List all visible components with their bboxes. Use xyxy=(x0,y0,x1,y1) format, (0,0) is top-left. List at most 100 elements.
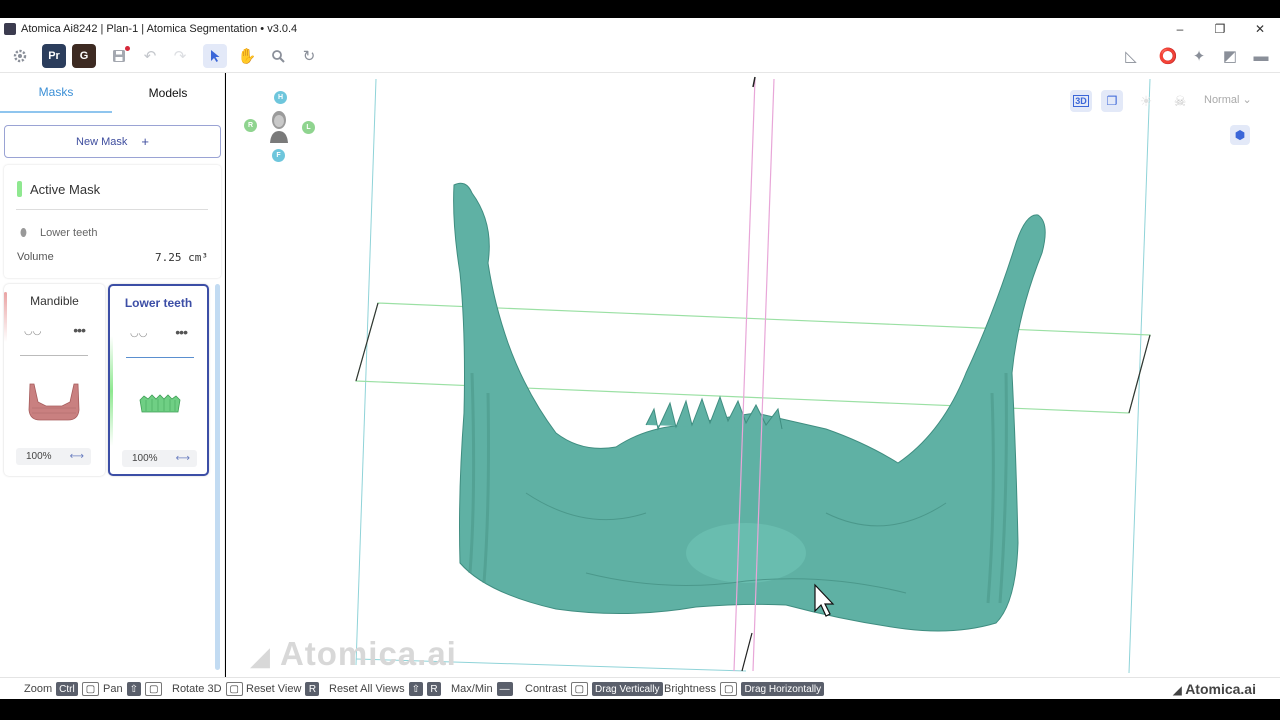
lasso-icon[interactable]: ⭕ xyxy=(1156,44,1180,68)
orientation-left-label[interactable]: L xyxy=(302,121,315,134)
3d-viewport[interactable]: H R L F 3D ❐ ☀ ☠ Normal ⌄ ⬢ ◢ Atomica.ai xyxy=(226,73,1280,677)
screenshot-icon[interactable]: ❐ xyxy=(1101,90,1123,112)
light-icon[interactable]: ☀ xyxy=(1136,91,1156,111)
mask-name: Lower teeth xyxy=(124,296,193,310)
shift-key-icon: ⇧ xyxy=(126,682,141,696)
pointer-icon[interactable] xyxy=(203,44,227,68)
screen-top-band xyxy=(0,0,1280,18)
plane-edge xyxy=(1128,334,1151,414)
brush-icon[interactable]: ▬ xyxy=(1249,44,1273,68)
mask-card-lower-teeth[interactable]: Lower teeth ◡◡ ••• 100% ⟷ xyxy=(108,284,209,476)
divider xyxy=(126,357,194,358)
render-mode-dropdown[interactable]: Normal ⌄ xyxy=(1204,93,1252,106)
shortcut-max-min: Max/Min — xyxy=(451,682,513,696)
mouse-icon: ▢ xyxy=(144,682,163,696)
mandible-thumbnail xyxy=(28,383,80,421)
mouse-icon: ▢ xyxy=(81,682,100,696)
fit-width-icon[interactable]: ⟷ xyxy=(70,451,84,462)
mask-card-mandible[interactable]: Mandible ◡◡ ••• 100% ⟷ xyxy=(4,284,105,476)
title-bar: Atomica Ai8242 | Plan-1 | Atomica Segmen… xyxy=(0,18,1280,39)
plus-icon: + xyxy=(141,134,149,149)
minimize-button[interactable]: – xyxy=(1160,18,1200,39)
app-logo-icon xyxy=(4,22,16,35)
new-mask-label: New Mask xyxy=(76,135,128,148)
active-mask-color-indicator xyxy=(17,181,22,197)
more-options-icon[interactable]: ••• xyxy=(175,324,188,340)
masks-sidebar: Masks Models New Mask + Active Mask ⬮ Lo… xyxy=(0,73,225,677)
watermark-logo: ◢ Atomica.ai xyxy=(250,635,457,672)
render-mode-value: Normal xyxy=(1204,94,1240,106)
screen-bottom-band xyxy=(0,699,1280,720)
undo-icon[interactable]: ↶ xyxy=(138,44,162,68)
volume-label: Volume xyxy=(17,251,54,263)
mask-color-strip xyxy=(110,336,113,446)
window-controls: – ❐ ✕ xyxy=(1160,18,1280,39)
zoom-icon[interactable] xyxy=(266,44,290,68)
orientation-head-icon[interactable] xyxy=(268,109,290,143)
ruler-icon[interactable]: ◺ xyxy=(1119,44,1143,68)
magic-icon[interactable]: ✦ xyxy=(1187,44,1211,68)
divider xyxy=(16,209,208,210)
skull-icon[interactable]: ☠ xyxy=(1170,91,1190,111)
plugin-logo-icon[interactable]: Pr xyxy=(42,44,66,68)
shortcut-status-bar: Zoom Ctrl ▢ Pan ⇧ ▢ Rotate 3D ▢ Reset Vi… xyxy=(0,677,1280,699)
lower-teeth-thumbnail xyxy=(139,394,181,413)
save-icon[interactable] xyxy=(107,44,131,68)
visibility-eye-icon[interactable]: ◡◡ xyxy=(24,326,41,337)
brand-logo: ◢ Atomica.ai xyxy=(1172,681,1256,697)
more-options-icon[interactable]: ••• xyxy=(73,322,86,338)
opacity-value: 100% xyxy=(132,453,158,464)
sidebar-scrollbar[interactable] xyxy=(215,284,220,670)
eraser-icon[interactable]: ◩ xyxy=(1218,44,1242,68)
tooth-icon: ⬮ xyxy=(20,227,27,239)
new-mask-button[interactable]: New Mask + xyxy=(4,125,221,158)
mask-name: Mandible xyxy=(30,294,79,308)
redo-icon[interactable]: ↷ xyxy=(168,44,192,68)
view-3d-button[interactable]: 3D xyxy=(1070,90,1092,112)
close-button[interactable]: ✕ xyxy=(1240,18,1280,39)
shortcut-contrast: Contrast ▢ Drag Vertically xyxy=(525,682,663,696)
opacity-control[interactable]: 100% ⟷ xyxy=(16,448,91,465)
orientation-head-label[interactable]: H xyxy=(274,91,287,104)
app-window: Atomica Ai8242 | Plan-1 | Atomica Segmen… xyxy=(0,0,1280,720)
unsaved-indicator xyxy=(125,46,130,51)
plane-edge xyxy=(355,302,379,382)
window-title: Atomica Ai8242 | Plan-1 | Atomica Segmen… xyxy=(21,22,298,35)
fit-width-icon[interactable]: ⟷ xyxy=(176,453,190,464)
reset-icon[interactable]: ↻ xyxy=(297,44,321,68)
active-mask-name: Lower teeth xyxy=(40,227,98,239)
opacity-control[interactable]: 100% ⟷ xyxy=(122,450,197,467)
3d-scene[interactable] xyxy=(226,73,1280,677)
cube-icon[interactable]: ⬢ xyxy=(1230,125,1250,145)
shortcut-reset-all-views: Reset All Views ⇧ R xyxy=(329,682,441,696)
shortcut-brightness: Brightness ▢ Drag Horizontally xyxy=(664,682,825,696)
hand-icon[interactable]: ✋ xyxy=(235,44,259,68)
orientation-front-label[interactable]: F xyxy=(272,149,285,162)
shortcut-rotate-3d: Rotate 3D ▢ xyxy=(172,682,243,696)
active-mask-title: Active Mask xyxy=(30,182,101,197)
volume-value: 7.25 cm³ xyxy=(155,251,208,264)
brand-mark-icon: ◢ xyxy=(1172,683,1182,697)
restore-button[interactable]: ❐ xyxy=(1200,18,1240,39)
mouse-icon: ▢ xyxy=(225,682,243,696)
shortcut-pan: Pan ⇧ ▢ xyxy=(103,682,163,696)
opacity-value: 100% xyxy=(26,451,52,462)
plane-edge xyxy=(741,632,753,672)
sidebar-tabs: Masks Models xyxy=(0,73,225,113)
shortcut-reset-view: Reset View R xyxy=(246,682,320,696)
divider xyxy=(20,355,88,356)
shortcut-zoom: Zoom Ctrl ▢ xyxy=(24,682,100,696)
active-mask-panel: Active Mask ⬮ Lower teeth Volume 7.25 cm… xyxy=(4,165,221,278)
shift-key-icon: ⇧ xyxy=(408,682,423,696)
spacebar-icon: — xyxy=(496,682,513,696)
tab-models[interactable]: Models xyxy=(112,73,224,113)
orientation-right-label[interactable]: R xyxy=(244,119,257,132)
mouse-icon: ▢ xyxy=(570,682,589,696)
mouse-icon: ▢ xyxy=(719,682,738,696)
gear-icon[interactable] xyxy=(8,44,32,68)
main-toolbar: Pr G ↶ ↷ ✋ ↻ ◺ ⭕ ✦ ◩ ▬ xyxy=(0,39,1280,73)
chevron-down-icon: ⌄ xyxy=(1242,94,1252,106)
tab-masks[interactable]: Masks xyxy=(0,73,112,113)
visibility-eye-icon[interactable]: ◡◡ xyxy=(130,328,147,339)
plugin-logo-icon[interactable]: G xyxy=(72,44,96,68)
